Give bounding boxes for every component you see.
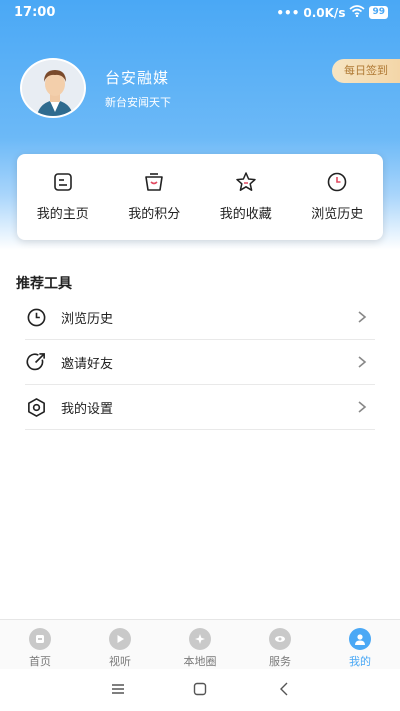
tool-item-label: 我的设置	[61, 401, 114, 417]
quick-action-history[interactable]: 浏览历史	[292, 154, 384, 240]
clock-icon	[27, 308, 46, 326]
service-icon	[269, 628, 291, 650]
clock-icon	[327, 172, 347, 192]
tool-item-label: 邀请好友	[61, 356, 114, 372]
share-arrow-icon	[26, 352, 45, 370]
home-button-icon[interactable]	[192, 681, 208, 697]
chevron-right-icon	[358, 401, 367, 413]
tool-item-label: 浏览历史	[61, 311, 114, 327]
tab-label: 服务	[269, 655, 291, 668]
tools-list: 浏览历史 邀请好友 我的设置	[25, 295, 375, 430]
home-icon	[29, 628, 51, 650]
quick-action-label: 我的收藏	[219, 207, 272, 222]
quick-action-label: 我的积分	[128, 207, 181, 222]
quick-action-my-points[interactable]: 我的积分	[109, 154, 201, 240]
quick-action-label: 我的主页	[36, 207, 89, 222]
tab-home[interactable]: 首页	[0, 620, 80, 669]
quick-actions-card: 我的主页 我的积分 我的收藏 浏览历史	[17, 154, 383, 240]
home-page-icon	[53, 173, 72, 191]
back-icon[interactable]	[277, 681, 293, 697]
quick-action-my-favorites[interactable]: 我的收藏	[200, 154, 292, 240]
tab-local[interactable]: 本地圈	[160, 620, 240, 669]
tools-section-title: 推荐工具	[16, 276, 72, 292]
tab-label: 我的	[349, 655, 371, 668]
tab-label: 本地圈	[183, 655, 217, 668]
chevron-right-icon	[358, 356, 367, 368]
tool-item-settings[interactable]: 我的设置	[25, 385, 375, 430]
system-navigation-bar	[0, 669, 400, 711]
daily-signin-button[interactable]: 每日签到	[332, 59, 400, 83]
tool-item-invite-friends[interactable]: 邀请好友	[25, 340, 375, 385]
play-icon	[109, 628, 131, 650]
tab-label: 首页	[29, 655, 51, 668]
avatar[interactable]	[20, 58, 86, 118]
tool-item-history[interactable]: 浏览历史	[25, 295, 375, 340]
chevron-right-icon	[358, 311, 367, 323]
bottom-tab-bar: 首页 视听 本地圈 服务 我的	[0, 619, 400, 669]
tab-video[interactable]: 视听	[80, 620, 160, 669]
profile-name: 台安融媒	[105, 69, 170, 87]
battery-icon: 99	[369, 6, 388, 19]
dots-icon: •••	[276, 5, 300, 20]
quick-action-label: 浏览历史	[311, 207, 364, 222]
user-icon	[349, 628, 371, 650]
status-time: 17:00	[14, 5, 56, 20]
menu-icon[interactable]	[110, 681, 126, 697]
profile-subtitle: 新台安闻天下	[105, 96, 171, 109]
settings-hexagon-icon	[28, 397, 45, 417]
tab-label: 视听	[109, 655, 131, 668]
star-icon	[236, 172, 256, 191]
status-bar: 17:00 ••• 0.0K/s 99	[0, 0, 400, 26]
status-icons: ••• 0.0K/s 99	[276, 5, 388, 20]
network-speed: 0.0K/s	[303, 5, 346, 20]
points-bag-icon	[145, 173, 164, 191]
tab-service[interactable]: 服务	[240, 620, 320, 669]
tab-mine[interactable]: 我的	[320, 620, 400, 669]
wifi-icon	[349, 5, 365, 20]
quick-action-my-homepage[interactable]: 我的主页	[17, 154, 109, 240]
compass-icon	[189, 628, 211, 650]
